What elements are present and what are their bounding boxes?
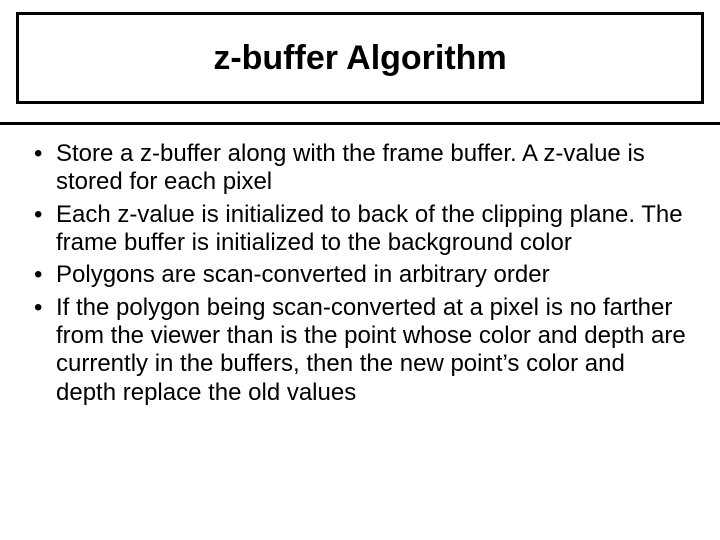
slide-body: Store a z-buffer along with the frame bu… [30, 140, 690, 411]
list-item: Each z-value is initialized to back of t… [30, 201, 690, 258]
title-divider [0, 122, 720, 125]
bullet-list: Store a z-buffer along with the frame bu… [30, 140, 690, 407]
slide: z-buffer Algorithm Store a z-buffer alon… [0, 0, 720, 540]
list-item: Store a z-buffer along with the frame bu… [30, 140, 690, 197]
title-box: z-buffer Algorithm [16, 12, 704, 104]
slide-title: z-buffer Algorithm [213, 39, 506, 78]
list-item: Polygons are scan-converted in arbitrary… [30, 261, 690, 289]
list-item: If the polygon being scan-converted at a… [30, 294, 690, 407]
